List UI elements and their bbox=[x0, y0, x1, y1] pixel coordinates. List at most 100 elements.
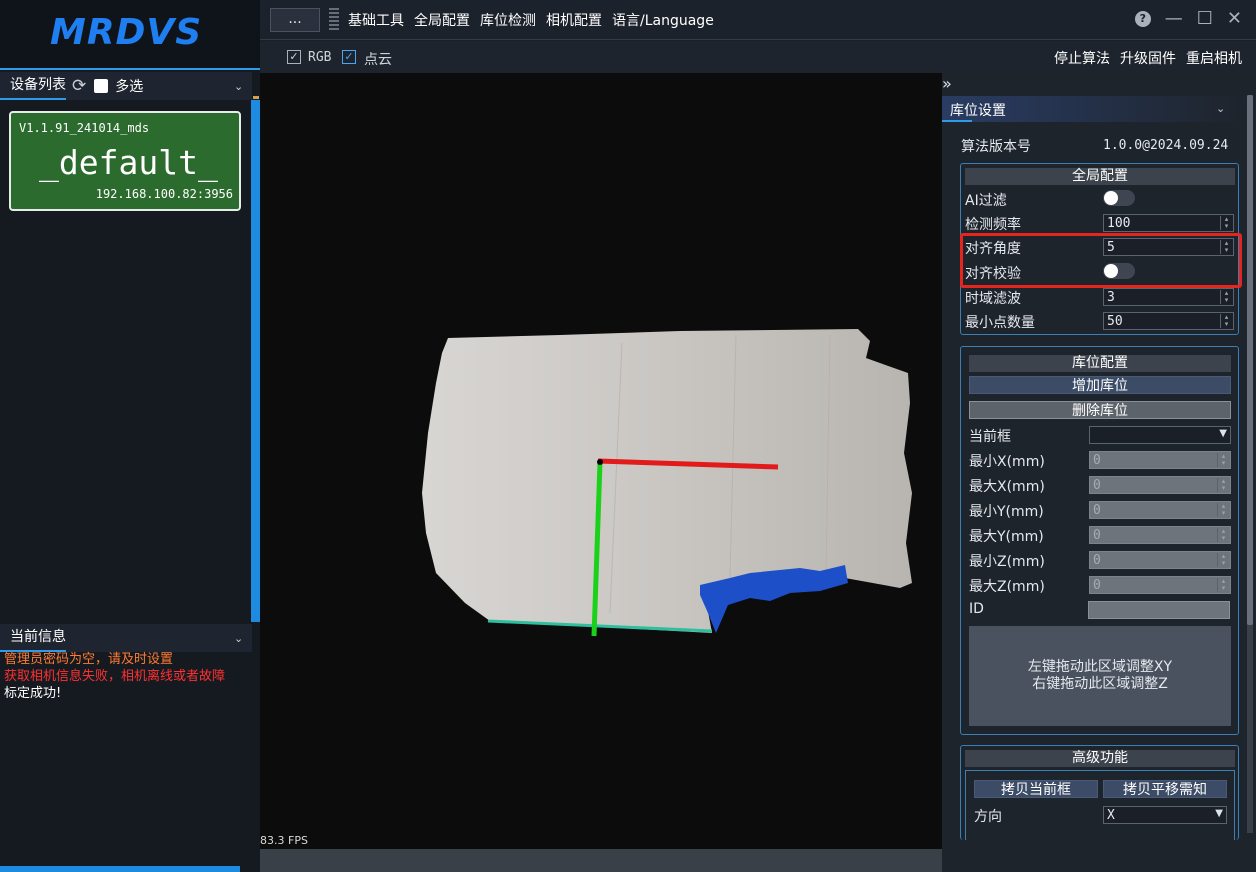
detect-freq-input[interactable]: 100 ▴ ▾ bbox=[1103, 214, 1234, 232]
header-accent bbox=[942, 120, 972, 122]
menu-bin-detection[interactable]: 库位检测 bbox=[480, 10, 536, 30]
view-toolbar: ✓ RGB ✓ 点云 停止算法 升级固件 重启相机 bbox=[260, 41, 1256, 73]
log-line: 管理员密码为空，请及时设置 bbox=[4, 652, 174, 667]
device-list-title: 设备列表 bbox=[0, 72, 66, 100]
ai-filter-label: AI过滤 bbox=[965, 193, 1007, 209]
pointcloud-render bbox=[422, 329, 912, 637]
spin-arrows-icon[interactable]: ▴ ▾ bbox=[1220, 290, 1232, 304]
min-x-input[interactable]: 0 ▴ ▾ bbox=[1089, 451, 1231, 469]
more-button[interactable]: ... bbox=[270, 8, 320, 32]
id-label: ID bbox=[969, 601, 984, 617]
direction-select[interactable]: X ▼ bbox=[1103, 806, 1227, 824]
current-frame-select[interactable]: ▼ bbox=[1089, 426, 1231, 444]
chevron-down-icon[interactable]: ⌄ bbox=[234, 632, 243, 645]
device-name: _default_ bbox=[39, 143, 218, 182]
current-info-log: 管理员密码为空，请及时设置 获取相机信息失败，相机离线或者故障 标定成功! bbox=[4, 651, 252, 702]
spin-arrows-icon[interactable]: ▴ ▾ bbox=[1217, 503, 1229, 517]
max-z-input[interactable]: 0 ▴ ▾ bbox=[1089, 576, 1231, 594]
window-controls: ? — ☐ ✕ bbox=[1134, 8, 1242, 29]
maximize-icon[interactable]: ☐ bbox=[1197, 8, 1213, 29]
min-z-input[interactable]: 0 ▴ ▾ bbox=[1089, 551, 1231, 569]
time-filter-input[interactable]: 3 ▴ ▾ bbox=[1103, 288, 1234, 306]
pointcloud-viewport[interactable]: 83.3 FPS bbox=[260, 73, 942, 849]
device-ip: 192.168.100.82:3956 bbox=[95, 187, 233, 201]
min-z-value: 0 bbox=[1093, 553, 1101, 568]
copy-frame-button[interactable]: 拷贝当前框 bbox=[974, 780, 1098, 798]
right-panel-scrollbar[interactable] bbox=[1247, 95, 1253, 833]
highlight-box bbox=[960, 233, 1242, 288]
time-filter-label: 时域滤波 bbox=[965, 291, 1021, 307]
chevron-down-icon[interactable]: ⌄ bbox=[234, 80, 243, 93]
algo-version-label: 算法版本号 bbox=[961, 139, 1031, 155]
drag-adjust-area[interactable]: 左键拖动此区域调整XY 右键拖动此区域调整Z bbox=[969, 626, 1231, 726]
direction-value: X bbox=[1107, 808, 1115, 823]
minimize-icon[interactable]: — bbox=[1165, 8, 1183, 29]
menu-language[interactable]: 语言/Language bbox=[612, 10, 714, 30]
current-frame-label: 当前框 bbox=[969, 429, 1011, 445]
rgb-checkbox[interactable]: ✓ bbox=[287, 50, 301, 64]
detect-freq-value: 100 bbox=[1107, 216, 1131, 231]
axis-origin bbox=[597, 459, 603, 465]
chevron-down-icon[interactable]: ▼ bbox=[1219, 428, 1227, 439]
menu-global-config[interactable]: 全局配置 bbox=[414, 10, 470, 30]
menu-camera-config[interactable]: 相机配置 bbox=[546, 10, 602, 30]
spin-arrows-icon[interactable]: ▴ ▾ bbox=[1217, 578, 1229, 592]
current-info-header: 当前信息 ⌄ bbox=[0, 624, 252, 652]
advanced-group: 高级功能 拷贝当前框 拷贝平移需知 方向 X ▼ bbox=[960, 745, 1239, 840]
upgrade-firmware-button[interactable]: 升级固件 bbox=[1120, 48, 1176, 68]
id-field[interactable] bbox=[1088, 601, 1230, 619]
min-points-input[interactable]: 50 ▴ ▾ bbox=[1103, 312, 1234, 330]
device-list-scrollbar[interactable] bbox=[251, 100, 260, 622]
min-x-value: 0 bbox=[1093, 453, 1101, 468]
max-x-input[interactable]: 0 ▴ ▾ bbox=[1089, 476, 1231, 494]
device-list-header: 设备列表 ⟳ 多选 ⌄ bbox=[0, 72, 252, 100]
advanced-title: 高级功能 bbox=[965, 750, 1235, 767]
max-z-value: 0 bbox=[1093, 578, 1101, 593]
refresh-icon[interactable]: ⟳ bbox=[72, 76, 86, 96]
multi-select-checkbox[interactable] bbox=[94, 79, 109, 93]
spin-arrows-icon[interactable]: ▴ ▾ bbox=[1217, 478, 1229, 492]
help-icon[interactable]: ? bbox=[1134, 10, 1151, 27]
device-card[interactable]: V1.1.91_241014_mds _default_ 192.168.100… bbox=[9, 111, 241, 211]
min-z-label: 最小Z(mm) bbox=[969, 554, 1045, 570]
copy-shift-button[interactable]: 拷贝平移需知 bbox=[1103, 780, 1227, 798]
fps-counter: 83.3 FPS bbox=[260, 834, 308, 847]
toolbar-grip[interactable] bbox=[329, 8, 339, 32]
device-version: V1.1.91_241014_mds bbox=[19, 121, 150, 135]
pointcloud-label: 点云 bbox=[364, 52, 392, 68]
pointcloud-surface bbox=[422, 329, 912, 633]
algo-version-value: 1.0.0@2024.09.24 bbox=[1103, 138, 1229, 153]
spin-arrows-icon[interactable]: ▴ ▾ bbox=[1220, 314, 1232, 328]
toggle-knob bbox=[1104, 191, 1118, 205]
spin-arrows-icon[interactable]: ▴ ▾ bbox=[1217, 528, 1229, 542]
spin-arrows-icon[interactable]: ▴ ▾ bbox=[1220, 216, 1232, 230]
max-z-label: 最大Z(mm) bbox=[969, 579, 1045, 595]
bin-settings-header: 库位设置 ⌄ bbox=[942, 96, 1246, 122]
restart-camera-button[interactable]: 重启相机 bbox=[1186, 48, 1242, 68]
spin-arrows-icon[interactable]: ▴ ▾ bbox=[1217, 553, 1229, 567]
max-y-input[interactable]: 0 ▴ ▾ bbox=[1089, 526, 1231, 544]
add-bin-button[interactable]: 增加库位 bbox=[969, 376, 1231, 394]
collapse-panel-icon[interactable]: » bbox=[942, 74, 952, 93]
max-x-value: 0 bbox=[1093, 478, 1101, 493]
drag-hint-xy: 左键拖动此区域调整XY bbox=[1027, 659, 1173, 675]
spin-arrows-icon[interactable]: ▴ ▾ bbox=[1217, 453, 1229, 467]
rgb-label: RGB bbox=[308, 50, 332, 65]
chevron-down-icon[interactable]: ⌄ bbox=[1216, 102, 1225, 115]
stop-algorithm-button[interactable]: 停止算法 bbox=[1054, 48, 1110, 68]
drag-hint-z: 右键拖动此区域调整Z bbox=[1032, 676, 1168, 692]
min-y-input[interactable]: 0 ▴ ▾ bbox=[1089, 501, 1231, 519]
close-icon[interactable]: ✕ bbox=[1227, 8, 1242, 29]
max-y-label: 最大Y(mm) bbox=[969, 529, 1044, 545]
min-y-label: 最小Y(mm) bbox=[969, 504, 1044, 520]
chevron-down-icon[interactable]: ▼ bbox=[1215, 808, 1223, 819]
menu-basic-tools[interactable]: 基础工具 bbox=[348, 10, 404, 30]
min-y-value: 0 bbox=[1093, 503, 1101, 518]
scroll-thumb[interactable] bbox=[1247, 95, 1253, 625]
current-info-title: 当前信息 bbox=[0, 624, 66, 652]
delete-bin-button[interactable]: 删除库位 bbox=[969, 401, 1231, 419]
scroll-marker bbox=[253, 96, 259, 99]
ai-filter-toggle[interactable] bbox=[1103, 190, 1135, 206]
right-panel: » 库位设置 ⌄ 算法版本号 1.0.0@2024.09.24 全局配置 AI过… bbox=[942, 73, 1256, 872]
pointcloud-checkbox[interactable]: ✓ bbox=[342, 50, 356, 64]
